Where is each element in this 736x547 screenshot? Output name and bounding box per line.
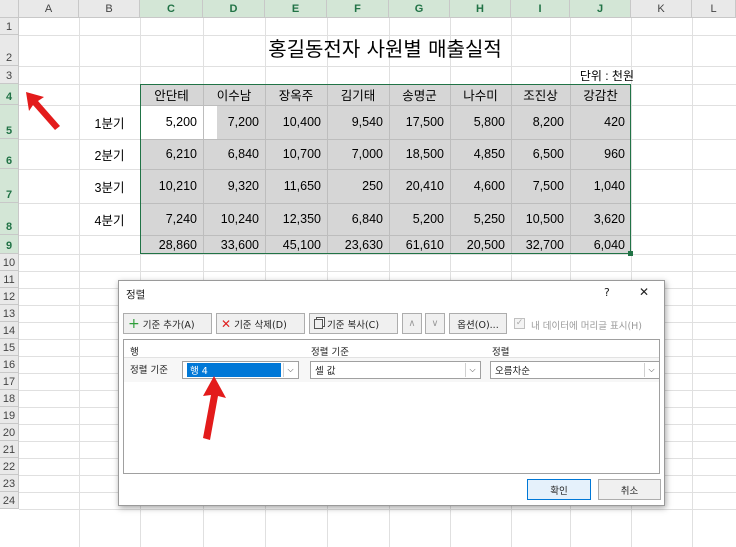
sort-on-select[interactable]: 셀 값 ⌵ [310,361,481,379]
row-header-2[interactable]: 2 [0,35,19,66]
row-header-22[interactable]: 22 [0,458,19,475]
plus-icon: + [128,315,140,332]
row-header-21[interactable]: 21 [0,441,19,458]
cancel-button[interactable]: 취소 [598,479,661,500]
selection-fill-handle[interactable] [628,251,633,256]
column-header-d[interactable]: D [203,0,265,18]
row-header-8[interactable]: 8 [0,203,19,235]
list-header-order: 정렬 [492,347,510,358]
grid-line [19,509,736,510]
column-header-b[interactable]: B [79,0,140,18]
red-arrow-row-header [26,92,60,130]
column-header-h[interactable]: H [450,0,511,18]
move-up-button[interactable]: ∧ [402,313,422,334]
column-header-f[interactable]: F [327,0,389,18]
help-button[interactable]: ? [604,286,610,299]
row-header-9[interactable]: 9 [0,235,19,254]
order-value: 오름차순 [495,366,530,377]
move-down-button[interactable]: ∨ [425,313,445,334]
quarter-label[interactable]: 4분기 [79,203,140,235]
row-header-6[interactable]: 6 [0,139,19,169]
row-header-13[interactable]: 13 [0,305,19,322]
row-header-17[interactable]: 17 [0,373,19,390]
sort-on-value: 셀 값 [315,366,336,377]
copy-level-button[interactable]: 기준 복사(C) [309,313,398,334]
ok-button[interactable]: 확인 [527,479,591,500]
criteria-label: 정렬 기준 [130,365,168,376]
grid-line [79,18,80,547]
delete-level-label: 기준 삭제(D) [234,319,287,331]
sheet-title: 홍길동전자 사원별 매출실적 [268,37,502,61]
red-arrow-row-select [203,376,226,440]
column-header-a[interactable]: A [19,0,79,18]
column-header-i[interactable]: I [511,0,570,18]
column-header-l[interactable]: L [692,0,736,18]
delete-x-icon: ✕ [221,316,232,331]
row-header-12[interactable]: 12 [0,288,19,305]
delete-level-button[interactable]: ✕ 기준 삭제(D) [216,313,305,334]
row-header-5[interactable]: 5 [0,105,19,139]
column-header-c[interactable]: C [140,0,203,18]
copy-icon [314,318,323,329]
chevron-down-icon: ⌵ [644,363,658,377]
row-header-20[interactable]: 20 [0,424,19,441]
add-level-label: 기준 추가(A) [142,319,195,331]
unit-label: 단위 : 천원 [579,68,634,83]
row-header-15[interactable]: 15 [0,339,19,356]
row-header-10[interactable]: 10 [0,254,19,271]
list-header-row: 행 [130,347,139,358]
row-header-24[interactable]: 24 [0,492,19,509]
row-header-4[interactable]: 4 [0,84,19,105]
grid-line [692,18,693,547]
grid-line [19,271,736,272]
header-checkbox-label: 내 데이터에 머리글 표시(H) [531,321,643,332]
selection-border[interactable] [140,84,631,254]
column-header-g[interactable]: G [389,0,450,18]
list-header-sorton: 정렬 기준 [311,347,349,358]
quarter-label[interactable]: 2분기 [79,139,140,169]
row-header-23[interactable]: 23 [0,475,19,492]
column-header-e[interactable]: E [265,0,327,18]
row-header-11[interactable]: 11 [0,271,19,288]
row-header-18[interactable]: 18 [0,390,19,407]
row-header-7[interactable]: 7 [0,169,19,203]
row-header-19[interactable]: 19 [0,407,19,424]
column-header-k[interactable]: K [631,0,692,18]
chevron-down-icon: ⌵ [283,363,297,377]
row-header-14[interactable]: 14 [0,322,19,339]
select-all-corner[interactable] [0,0,19,18]
add-level-button[interactable]: + 기준 추가(A) [123,313,212,334]
chevron-down-icon: ⌵ [465,363,479,377]
close-button[interactable]: ✕ [639,285,649,299]
header-checkbox[interactable]: ✓ [514,318,525,329]
options-button[interactable]: 옵션(O)... [449,313,507,334]
row-header-1[interactable]: 1 [0,18,19,35]
row-header-3[interactable]: 3 [0,66,19,84]
column-header-j[interactable]: J [570,0,631,18]
dialog-title: 정렬 [126,289,146,301]
quarter-label[interactable]: 1분기 [79,105,140,139]
copy-level-label: 기준 복사(C) [327,319,380,331]
quarter-label[interactable]: 3분기 [79,169,140,203]
row-header-16[interactable]: 16 [0,356,19,373]
order-select[interactable]: 오름차순 ⌵ [490,361,660,379]
